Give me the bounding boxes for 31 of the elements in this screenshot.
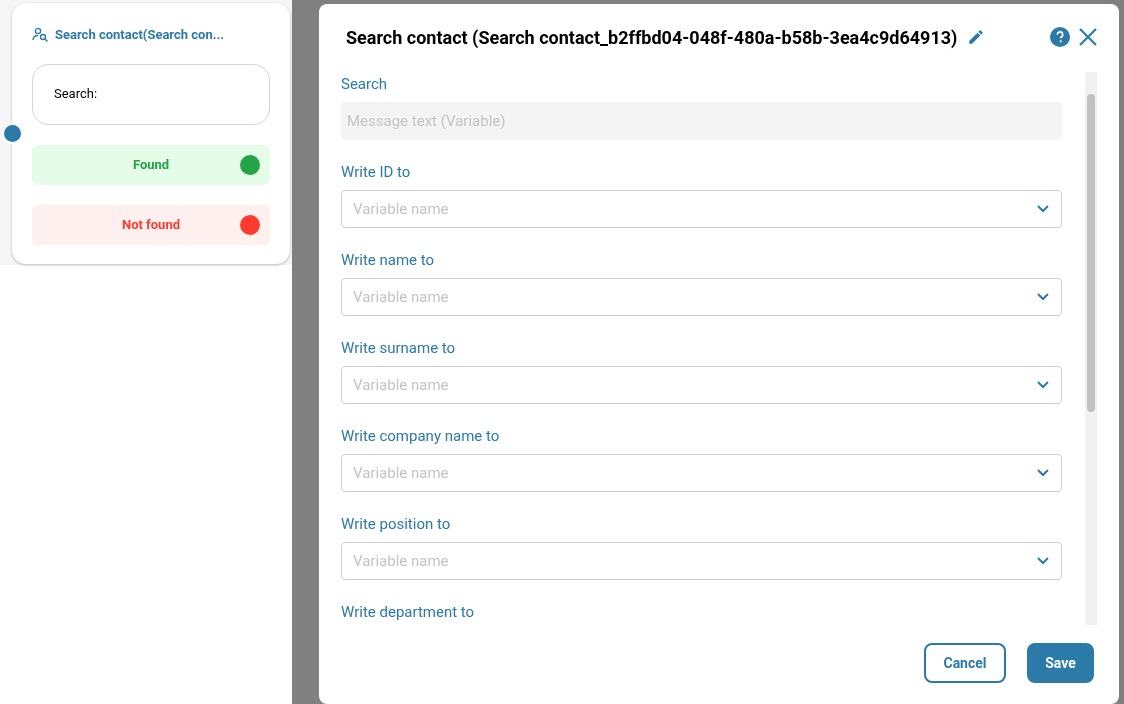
field-label: Search xyxy=(341,74,389,94)
field-label: Write company name to xyxy=(341,426,501,446)
contact-search-icon xyxy=(32,27,49,43)
variable-select[interactable]: Variable name xyxy=(341,454,1062,492)
outcome-handle-icon[interactable] xyxy=(240,214,260,235)
cancel-button[interactable]: Cancel xyxy=(924,643,1006,683)
field-label: Write position to xyxy=(341,514,452,534)
help-icon[interactable] xyxy=(1050,27,1070,47)
dialog-title: Search contact (Search contact_b2ffbd04-048f-480a-b58b-3ea4c9d64913) xyxy=(345,25,958,50)
chevron-down-icon xyxy=(1037,469,1049,477)
outcome-label: Found xyxy=(132,155,170,174)
field-label: Write ID to xyxy=(341,162,412,182)
edit-icon[interactable] xyxy=(967,28,986,46)
field-label: Write surname to xyxy=(341,338,457,358)
chevron-down-icon xyxy=(1037,205,1049,213)
chevron-down-icon xyxy=(1037,293,1049,301)
outcome-label: Not found xyxy=(122,215,180,234)
close-icon[interactable] xyxy=(1079,28,1097,46)
search-preview: Search: xyxy=(32,63,270,125)
variable-select[interactable]: Variable name xyxy=(341,366,1062,404)
chevron-down-icon xyxy=(1037,557,1049,565)
save-button[interactable]: Save xyxy=(1027,643,1094,683)
chevron-down-icon xyxy=(1037,381,1049,389)
variable-select[interactable]: Variable name xyxy=(341,190,1062,228)
scrollbar[interactable] xyxy=(1085,72,1097,625)
node-title: Search contact(Search con... xyxy=(55,26,224,44)
variable-select[interactable]: Variable name xyxy=(341,278,1062,316)
outcome-handle-icon[interactable] xyxy=(240,154,260,175)
field-label: Write name to xyxy=(341,250,436,270)
variable-select[interactable]: Variable name xyxy=(341,542,1062,580)
field-label: Write department to xyxy=(341,602,476,622)
